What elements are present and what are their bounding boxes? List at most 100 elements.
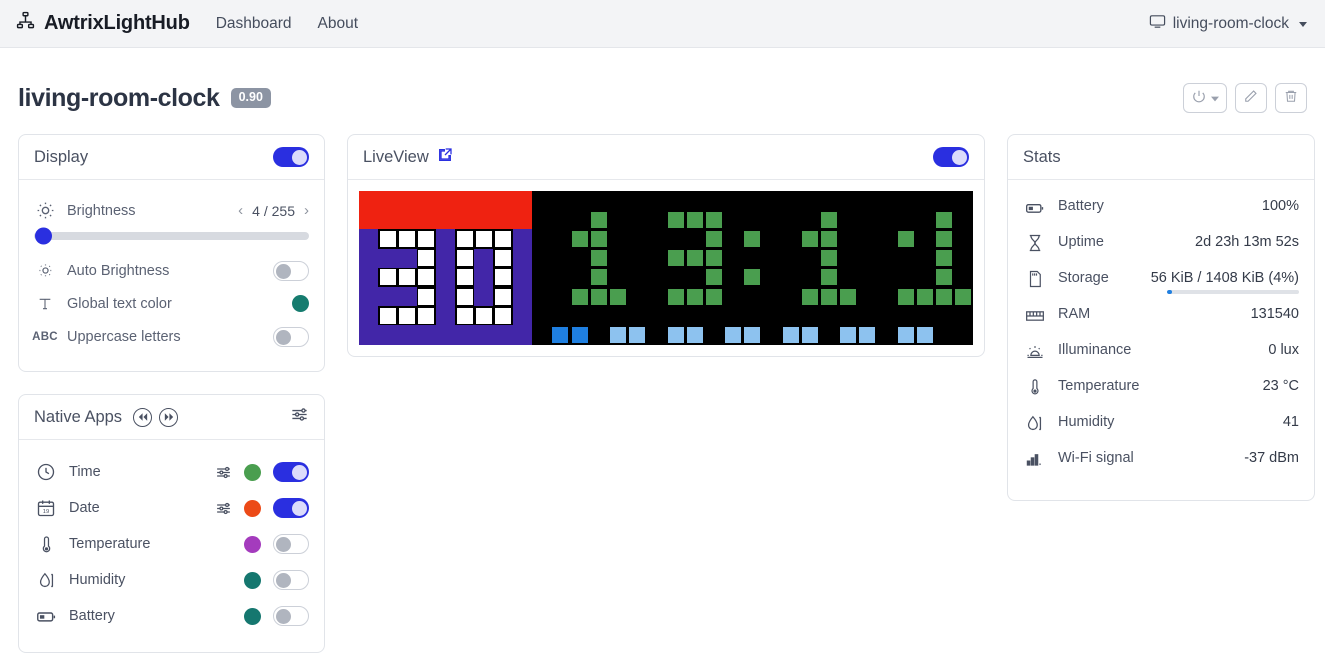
led-pixel	[608, 287, 627, 306]
app-toggle-battery[interactable]	[273, 606, 309, 626]
delete-button[interactable]	[1275, 83, 1307, 113]
illuminance-icon	[1023, 340, 1046, 362]
led-pixel	[915, 210, 934, 229]
trash-icon	[1284, 89, 1298, 108]
led-pixel	[493, 210, 513, 230]
brand-label: AwtrixLightHub	[44, 12, 190, 34]
native-apps-card-title: Native Apps	[34, 407, 123, 426]
app-row-humidity[interactable]: Humidity	[34, 562, 309, 598]
nav-link-about[interactable]: About	[318, 15, 359, 33]
led-pixel	[532, 287, 551, 306]
device-selector[interactable]: living-room-clock	[1149, 0, 1307, 48]
led-pixel	[877, 306, 896, 325]
led-pixel	[858, 191, 877, 210]
app-toggle-humidity[interactable]	[273, 570, 309, 590]
app-toggle-date[interactable]	[273, 498, 309, 518]
app-toggle-time[interactable]	[273, 462, 309, 482]
brightness-slider-thumb[interactable]	[35, 227, 52, 245]
app-row-battery[interactable]: Battery	[34, 598, 309, 634]
led-pixel	[685, 287, 704, 306]
led-pixel	[781, 210, 800, 229]
stat-row-battery: Battery 100%	[1023, 194, 1299, 230]
brightness-decrease-button[interactable]: ‹	[238, 202, 243, 219]
led-pixel	[570, 268, 589, 287]
global-text-color-swatch[interactable]	[292, 295, 309, 312]
led-pixel	[724, 306, 743, 325]
led-pixel	[493, 306, 512, 325]
liveview-card-title: LiveView	[363, 147, 429, 166]
led-pixel	[896, 306, 915, 325]
led-pixel	[647, 210, 666, 229]
led-pixel	[896, 191, 915, 210]
app-settings-icon-date[interactable]	[215, 500, 232, 517]
app-toggle-temperature[interactable]	[273, 534, 309, 554]
led-pixel	[359, 248, 379, 268]
led-pixel	[858, 268, 877, 287]
led-pixel	[570, 210, 589, 229]
stats-card-title: Stats	[1023, 147, 1061, 166]
edit-button[interactable]	[1235, 83, 1267, 113]
led-pixel	[896, 287, 915, 306]
led-pixel	[608, 306, 627, 325]
led-pixel	[800, 287, 819, 306]
led-pixel	[416, 191, 436, 211]
led-pixel	[454, 325, 475, 345]
app-row-temperature[interactable]: Temperature	[34, 526, 309, 562]
auto-brightness-toggle[interactable]	[273, 260, 309, 281]
auto-brightness-row: Auto Brightness	[34, 254, 309, 287]
native-apps-settings-icon[interactable]	[290, 405, 309, 429]
display-enable-toggle[interactable]	[273, 147, 309, 167]
app-color-temperature[interactable]	[244, 535, 261, 553]
abc-icon: ABC	[32, 330, 58, 343]
led-pixel	[417, 268, 436, 287]
led-pixel	[589, 325, 608, 344]
stat-value-ram: 131540	[1250, 306, 1299, 322]
led-pixel	[915, 306, 934, 325]
led-pixel	[551, 210, 570, 229]
led-pixel	[877, 287, 896, 306]
led-pixel	[839, 210, 858, 229]
app-color-battery[interactable]	[244, 607, 261, 625]
led-pixel	[762, 191, 781, 210]
led-pixel	[512, 306, 532, 326]
led-pixel	[589, 210, 608, 229]
uppercase-letters-toggle[interactable]	[273, 326, 309, 347]
nav-link-dashboard[interactable]: Dashboard	[216, 15, 292, 33]
led-pixel	[397, 325, 417, 345]
led-pixel	[839, 191, 858, 210]
app-color-date[interactable]	[244, 499, 261, 517]
led-pixel	[743, 325, 762, 344]
led-pixel	[666, 229, 685, 248]
led-pixel	[704, 287, 723, 306]
led-pixel	[743, 191, 762, 210]
led-pixel	[628, 229, 647, 248]
led-pixel	[781, 249, 800, 268]
led-pixel	[685, 306, 704, 325]
led-pixel	[781, 306, 800, 325]
brand[interactable]: AwtrixLightHub	[16, 11, 190, 36]
led-pixel	[896, 325, 915, 344]
led-matrix[interactable]	[359, 191, 974, 345]
stat-row-ram: RAM 131540	[1023, 302, 1299, 338]
led-pixel	[647, 229, 666, 248]
native-apps-list: Time 19 Date Temperature Humidity Batter…	[19, 440, 324, 652]
led-pixel	[839, 268, 858, 287]
fast-forward-icon[interactable]	[159, 407, 179, 427]
external-link-icon[interactable]	[437, 147, 453, 168]
led-pixel	[800, 325, 819, 344]
liveview-enable-toggle[interactable]	[933, 147, 969, 167]
app-row-time[interactable]: Time	[34, 454, 309, 490]
rewind-icon[interactable]	[133, 407, 153, 427]
app-color-humidity[interactable]	[244, 571, 261, 589]
led-pixel	[474, 267, 494, 287]
led-pixel	[435, 210, 455, 230]
app-row-date[interactable]: 19 Date	[34, 490, 309, 526]
led-pixel	[915, 325, 934, 344]
brightness-increase-button[interactable]: ›	[304, 202, 309, 219]
power-button[interactable]	[1183, 83, 1227, 113]
app-settings-icon-time[interactable]	[215, 464, 232, 481]
brightness-slider[interactable]	[34, 227, 309, 245]
led-pixel	[417, 287, 436, 306]
led-pixel	[359, 306, 379, 326]
app-color-time[interactable]	[244, 463, 261, 481]
